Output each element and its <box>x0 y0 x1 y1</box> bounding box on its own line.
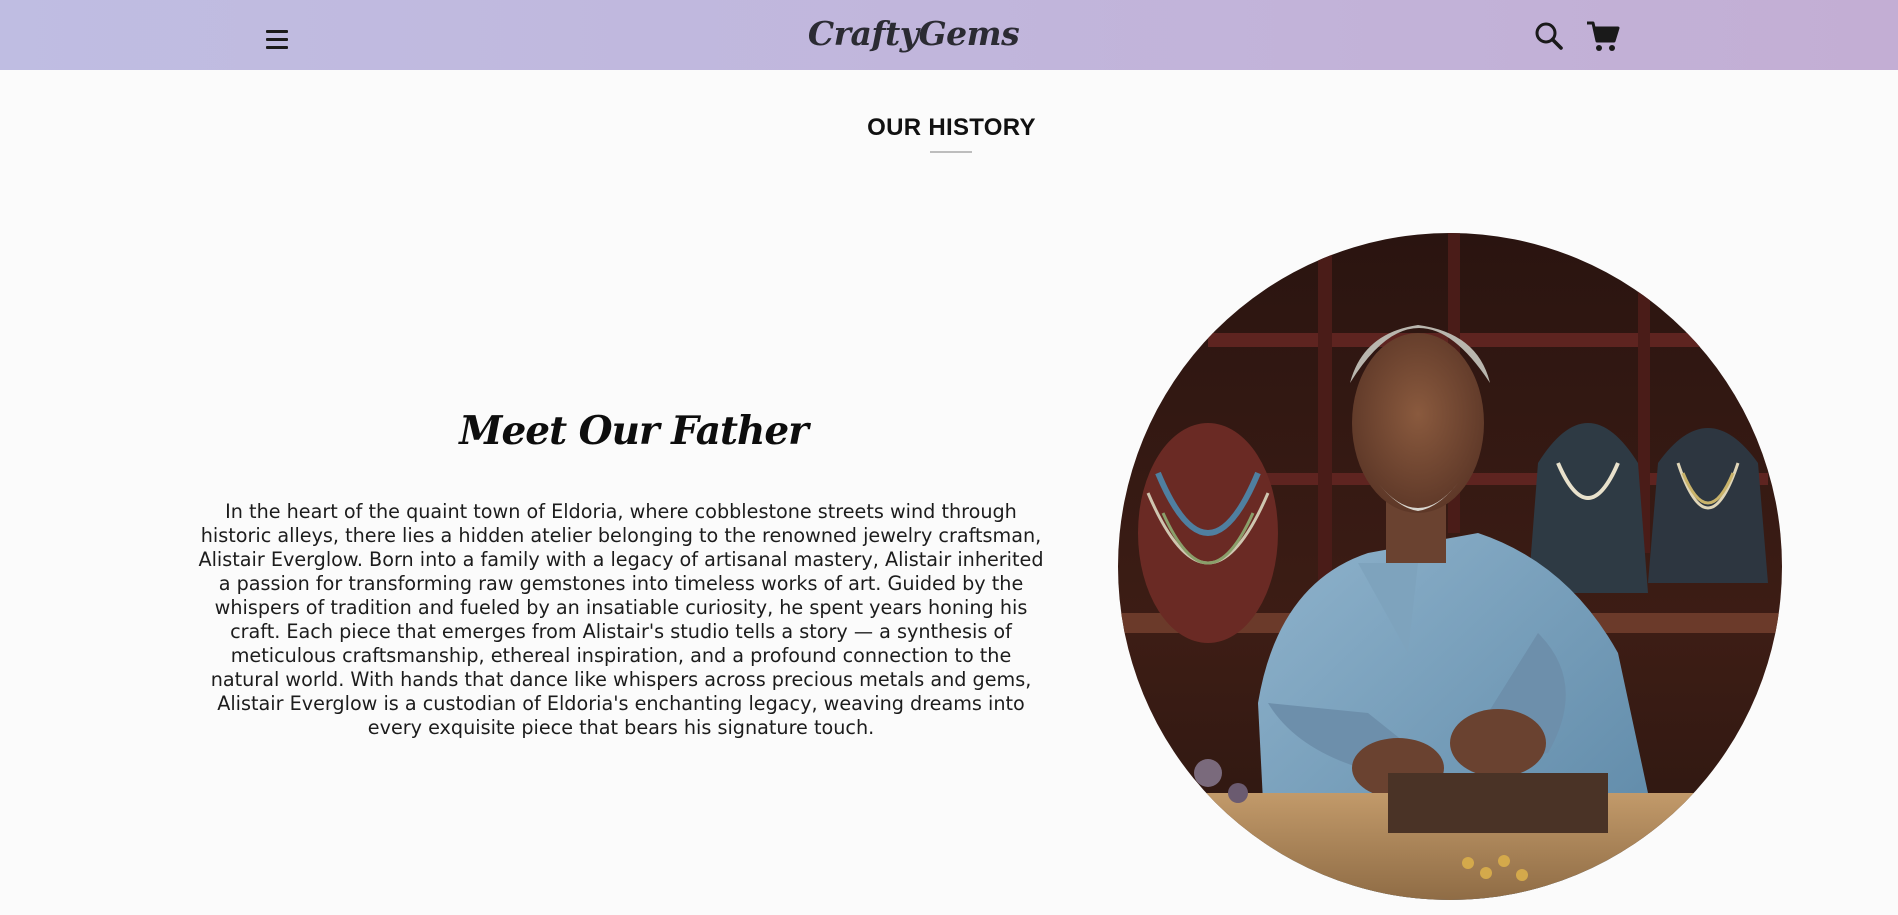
search-button[interactable] <box>1533 20 1565 52</box>
cart-icon <box>1587 21 1620 51</box>
top-navbar: CraftyGems <box>0 0 1898 70</box>
section-title: OUR HISTORY <box>867 114 1036 141</box>
founder-heading: Meet Our Father <box>459 408 808 454</box>
cart-button[interactable] <box>1585 19 1621 53</box>
founder-portrait <box>1118 233 1782 900</box>
founder-story: In the heart of the quaint town of Eldor… <box>198 500 1044 739</box>
jeweler-photo <box>1118 233 1782 900</box>
title-divider <box>930 151 972 153</box>
search-icon <box>1535 22 1563 50</box>
